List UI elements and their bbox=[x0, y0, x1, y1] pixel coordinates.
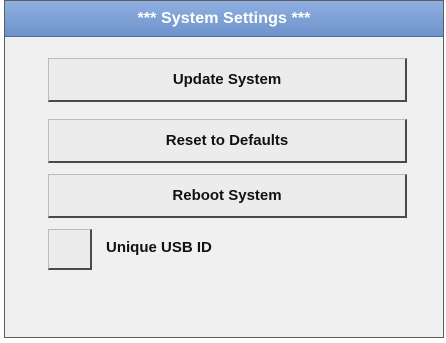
title-bar: *** System Settings *** bbox=[5, 1, 443, 37]
reset-to-defaults-button[interactable]: Reset to Defaults bbox=[48, 119, 407, 163]
unique-usb-id-checkbox[interactable] bbox=[48, 229, 92, 270]
reboot-system-button[interactable]: Reboot System bbox=[48, 174, 407, 218]
update-system-label: Update System bbox=[172, 71, 282, 88]
system-settings-window: *** System Settings *** Update System Re… bbox=[4, 0, 444, 338]
reset-to-defaults-label: Reset to Defaults bbox=[165, 132, 289, 149]
unique-usb-id-label: Unique USB ID bbox=[106, 239, 212, 256]
update-system-button[interactable]: Update System bbox=[48, 58, 407, 102]
reboot-system-label: Reboot System bbox=[172, 187, 282, 204]
window-title: *** System Settings *** bbox=[137, 9, 311, 27]
